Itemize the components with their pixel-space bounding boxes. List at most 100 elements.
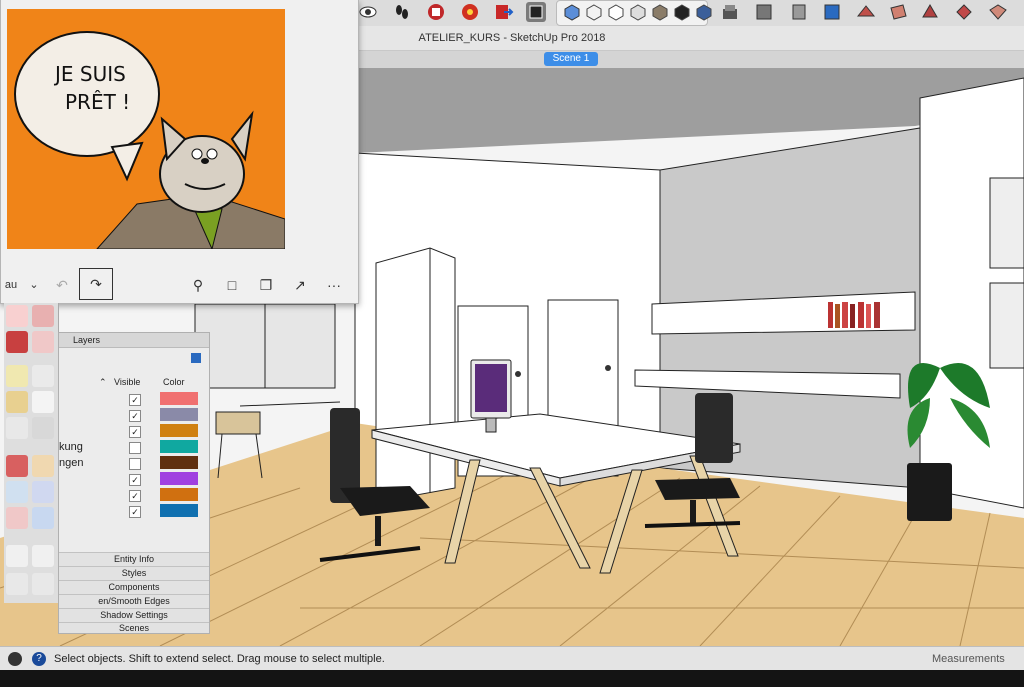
redo-icon[interactable]: ↷ <box>79 268 113 300</box>
pan-icon[interactable] <box>32 455 54 477</box>
measurements-label: Measurements <box>932 653 1005 665</box>
layers-table-header: ⌃ Visible Color <box>59 376 209 390</box>
speech-line-2: PRÊT ! <box>65 90 130 114</box>
view-mode-dropdown[interactable]: au <box>1 274 21 296</box>
wireframe-icon[interactable] <box>584 2 604 22</box>
panel-shadow-settings[interactable]: Shadow Settings <box>59 608 209 622</box>
user-account-icon[interactable] <box>8 652 22 666</box>
offset-tool-icon[interactable] <box>32 331 54 353</box>
visibility-checkbox[interactable]: ✓ <box>129 506 141 518</box>
hidden-line-icon[interactable] <box>606 2 626 22</box>
undo-icon[interactable]: ↶ <box>51 274 73 296</box>
previous-view-icon[interactable] <box>32 507 54 529</box>
visibility-checkbox[interactable]: ✓ <box>129 426 141 438</box>
visibility-checkbox[interactable]: ✓ <box>129 490 141 502</box>
rotate-tool-icon[interactable] <box>6 305 28 327</box>
walk-tool-icon[interactable] <box>32 545 54 567</box>
zoom-in-icon[interactable]: ⚲ <box>187 274 209 296</box>
tall-cabinet <box>375 247 456 499</box>
share-icon[interactable]: ↗ <box>289 274 311 296</box>
front-view-icon[interactable] <box>754 2 774 22</box>
panel-scenes[interactable]: Scenes <box>59 622 209 633</box>
axes-icon[interactable] <box>6 417 28 439</box>
shaded-textures-icon[interactable] <box>650 2 670 22</box>
layer-options-icon[interactable] <box>191 353 201 363</box>
smoove-icon[interactable] <box>920 2 940 22</box>
copy-icon[interactable]: ❐ <box>255 274 277 296</box>
panel-soften-edges[interactable]: en/Smooth Edges <box>59 594 209 608</box>
right-view-icon[interactable] <box>788 2 808 22</box>
3d-text-icon[interactable] <box>32 417 54 439</box>
layer-color-swatch[interactable] <box>160 392 198 405</box>
layer-color-swatch[interactable] <box>160 408 198 421</box>
visibility-checkbox[interactable] <box>129 458 141 470</box>
status-bar: ? Select objects. Shift to extend select… <box>0 646 1024 671</box>
walk-icon[interactable] <box>392 2 412 22</box>
text-tool-icon[interactable] <box>32 391 54 413</box>
layer-row[interactable]: ✓ <box>59 423 201 439</box>
layer-row[interactable]: ✓ <box>59 471 201 487</box>
layer-row[interactable]: ✓ <box>59 407 201 423</box>
chevron-down-icon[interactable]: ⌄ <box>23 274 45 296</box>
iso-view-icon[interactable] <box>562 2 582 22</box>
send-to-layout-icon[interactable] <box>494 2 514 22</box>
stamp-icon[interactable] <box>954 2 974 22</box>
panel-entity-info[interactable]: Entity Info <box>59 552 209 566</box>
layer-row[interactable]: ✓ <box>59 487 201 503</box>
monochrome-icon[interactable] <box>672 2 692 22</box>
extension-warehouse-icon[interactable] <box>460 2 480 22</box>
look-around-tool-icon[interactable] <box>6 573 28 595</box>
scale-tool-icon[interactable] <box>6 331 28 353</box>
visibility-checkbox[interactable]: ✓ <box>129 474 141 486</box>
more-options-button[interactable]: ··· <box>323 274 345 296</box>
sandbox-scratch-icon[interactable] <box>888 2 908 22</box>
orbit-icon[interactable] <box>6 455 28 477</box>
photo-toolbar: au ⌄ ↶ ↷ ⚲ □ ❐ ↗ ··· <box>1 268 358 302</box>
panel-styles[interactable]: Styles <box>59 566 209 580</box>
top-view-icon[interactable] <box>720 2 740 22</box>
layer-color-swatch[interactable] <box>160 488 198 501</box>
section-plane-icon[interactable] <box>32 573 54 595</box>
zoom-window-icon[interactable] <box>32 481 54 503</box>
speech-line-1: JE SUIS <box>53 62 126 86</box>
follow-me-icon[interactable] <box>32 305 54 327</box>
instructor-help-icon[interactable]: ? <box>32 652 46 666</box>
dimension-icon[interactable] <box>32 365 54 387</box>
visibility-checkbox[interactable] <box>129 442 141 454</box>
shaded-icon[interactable] <box>628 2 648 22</box>
protractor-icon[interactable] <box>6 391 28 413</box>
tape-measure-icon[interactable] <box>6 365 28 387</box>
panel-components[interactable]: Components <box>59 580 209 594</box>
scene-tab-1[interactable]: Scene 1 <box>544 52 598 66</box>
visibility-checkbox[interactable]: ✓ <box>129 410 141 422</box>
look-around-icon[interactable] <box>358 2 378 22</box>
layer-color-swatch[interactable] <box>160 440 198 453</box>
cartoon-photo: JE SUIS PRÊT ! <box>7 9 285 249</box>
zoom-icon[interactable] <box>6 481 28 503</box>
color-column-header: Color <box>163 377 185 387</box>
visibility-checkbox[interactable]: ✓ <box>129 394 141 406</box>
photo-viewer-window[interactable]: JE SUIS PRÊT ! au ⌄ ↶ ↷ ⚲ □ ❐ ↗ ··· <box>0 0 359 304</box>
right-window <box>989 177 1024 269</box>
layer-row[interactable]: ✓ <box>59 503 201 519</box>
position-camera-icon[interactable] <box>6 545 28 567</box>
layer-row[interactable]: ngen <box>59 455 201 471</box>
layer-color-swatch[interactable] <box>160 456 198 469</box>
save-icon[interactable]: □ <box>221 274 243 296</box>
layers-panel-title[interactable]: Layers <box>59 333 209 348</box>
layer-row[interactable]: ✓ <box>59 391 201 407</box>
layer-color-swatch[interactable] <box>160 504 198 517</box>
layer-color-swatch[interactable] <box>160 472 198 485</box>
layer-color-swatch[interactable] <box>160 424 198 437</box>
sort-chevron-icon[interactable]: ⌃ <box>99 377 107 388</box>
layer-row[interactable]: kung <box>59 439 201 455</box>
back-edges-icon[interactable] <box>694 2 714 22</box>
sandbox-from-contours-icon[interactable] <box>856 2 876 22</box>
3d-warehouse-icon[interactable] <box>426 2 446 22</box>
tool-palette <box>4 303 59 603</box>
zoom-extents-icon[interactable] <box>6 507 28 529</box>
xray-style-icon[interactable] <box>526 2 546 22</box>
back-view-icon[interactable] <box>822 2 842 22</box>
drape-icon[interactable] <box>988 2 1008 22</box>
visible-column-header: Visible <box>114 377 141 387</box>
